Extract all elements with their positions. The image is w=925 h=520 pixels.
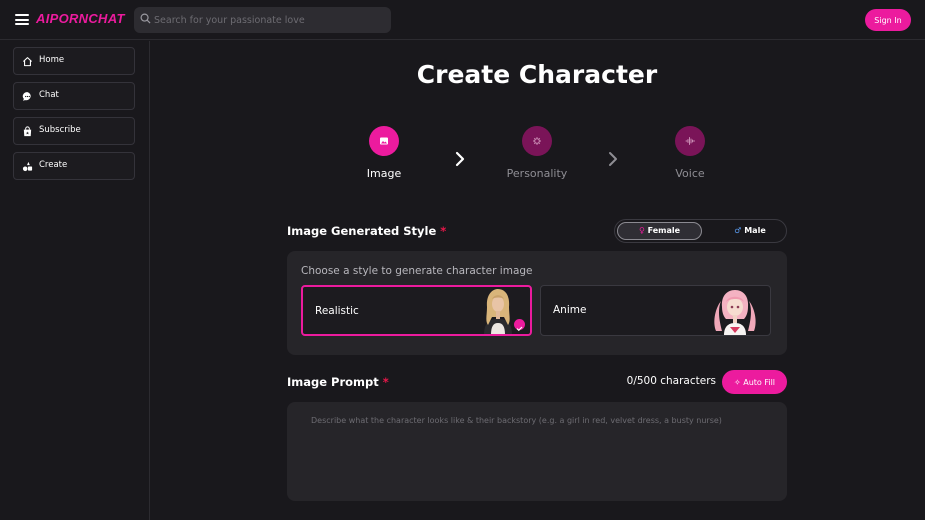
search-bar[interactable] [134, 7, 391, 33]
style-card-label: Realistic [315, 305, 359, 317]
chat-icon [22, 92, 31, 101]
female-option[interactable]: ♀ Female [617, 222, 702, 240]
chevron-right-icon [455, 151, 465, 167]
image-prompt-label: Image Prompt * [287, 375, 389, 389]
sidebar-item-label: Home [39, 55, 65, 65]
search-input[interactable] [154, 7, 384, 33]
brain-icon [533, 137, 541, 145]
search-icon [140, 13, 151, 24]
character-count: 0/500 characters [626, 375, 716, 387]
sidebar-item-label: Create [39, 160, 68, 170]
site-logo[interactable]: AIPORNCHAT [36, 11, 125, 26]
sidebar-item-label: Subscribe [39, 125, 81, 135]
male-label: Male [744, 226, 766, 235]
style-card-label: Anime [553, 304, 587, 316]
male-option[interactable]: ♂ Male [715, 222, 785, 240]
sidebar-item-subscribe[interactable]: Subscribe [13, 117, 135, 145]
image-icon [380, 137, 388, 145]
home-icon [22, 57, 33, 67]
style-panel: Choose a style to generate character ima… [287, 251, 787, 355]
sign-in-button[interactable]: Sign In [865, 9, 911, 31]
step-voice[interactable] [675, 126, 705, 156]
top-header: AIPORNCHAT Sign In [0, 0, 925, 40]
bag-icon [23, 126, 32, 137]
required-mark: * [440, 224, 447, 238]
step-label-voice: Voice [675, 167, 705, 180]
gender-toggle: ♀ Female ♂ Male [614, 219, 787, 243]
sidebar: Home Chat Subscribe Create [0, 41, 150, 520]
image-style-label-text: Image Generated Style [287, 224, 437, 238]
image-style-label: Image Generated Style * [287, 224, 446, 238]
chevron-right-icon [609, 152, 617, 166]
image-prompt-label-text: Image Prompt [287, 375, 379, 389]
sidebar-item-home[interactable]: Home [13, 47, 135, 75]
step-personality[interactable] [522, 126, 552, 156]
selected-check-icon [514, 319, 525, 332]
step-image[interactable] [369, 126, 399, 156]
realistic-portrait-image [484, 289, 512, 334]
image-prompt-textarea[interactable] [287, 402, 787, 501]
auto-fill-label: Auto Fill [743, 377, 776, 387]
waveform-icon [685, 137, 695, 145]
style-caption: Choose a style to generate character ima… [301, 265, 533, 277]
sidebar-item-chat[interactable]: Chat [13, 82, 135, 110]
menu-icon[interactable] [15, 14, 29, 25]
style-card-realistic[interactable]: Realistic [301, 285, 532, 336]
sidebar-item-create[interactable]: Create [13, 152, 135, 180]
create-icon [22, 161, 33, 172]
auto-fill-button[interactable]: ✧ Auto Fill [722, 370, 787, 394]
mars-icon: ♂ [734, 226, 742, 235]
page-title: Create Character [416, 60, 658, 89]
female-label: Female [647, 226, 681, 235]
sidebar-item-label: Chat [39, 90, 59, 100]
style-card-anime[interactable]: Anime [540, 285, 771, 336]
required-mark: * [382, 375, 389, 389]
step-label-personality: Personality [506, 167, 568, 180]
venus-icon: ♀ [638, 226, 645, 235]
step-label-image: Image [366, 167, 402, 180]
sparkle-icon: ✧ [733, 377, 741, 387]
anime-portrait-image [714, 290, 756, 335]
